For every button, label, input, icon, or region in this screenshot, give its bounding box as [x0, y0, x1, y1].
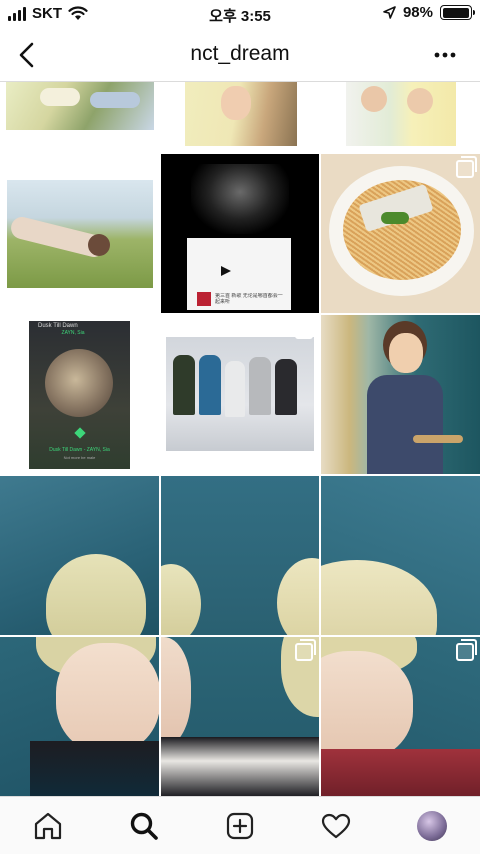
multiple-photos-icon: [295, 639, 316, 661]
post-tile[interactable]: Dusk Till Dawn ZAYN, Sia Dusk Till Dawn …: [0, 315, 159, 474]
player-caption: 第三首 新歌 无论是哪首都会一起来听: [215, 293, 283, 305]
tab-activity[interactable]: [312, 802, 360, 850]
song-title: Dusk Till Dawn: [38, 323, 78, 329]
home-icon: [34, 812, 62, 839]
profile-avatar: [417, 810, 447, 841]
post-tile[interactable]: [161, 82, 319, 152]
tab-add-post[interactable]: [216, 802, 264, 850]
song-sub: Not more be male: [63, 455, 96, 460]
post-tile[interactable]: 第三首 新歌 无论是哪首都会一起来听: [161, 154, 319, 313]
location-arrow-icon: [383, 6, 396, 19]
tab-home[interactable]: [24, 802, 72, 850]
song-footer: Dusk Till Dawn - ZAYN, Sia: [49, 447, 110, 453]
photo-grid: 第三首 新歌 无论是哪首都会一起来听 Dusk Till Dawn ZAYN, …: [0, 82, 480, 796]
post-tile[interactable]: [321, 154, 480, 313]
post-tile[interactable]: [0, 476, 159, 635]
status-bar: SKT 오후 3:55 98%: [0, 0, 480, 28]
post-tile[interactable]: [321, 476, 480, 635]
post-tile[interactable]: [0, 637, 159, 796]
post-tile[interactable]: [321, 637, 480, 796]
post-tile[interactable]: [321, 315, 480, 474]
post-tile[interactable]: [321, 82, 480, 152]
search-icon: [130, 812, 158, 840]
battery-percent: 98%: [402, 4, 433, 21]
song-artist: ZAYN, Sia: [61, 330, 85, 336]
status-right: 98%: [383, 4, 475, 21]
more-options-button[interactable]: [428, 42, 462, 68]
multiple-photos-icon: [456, 639, 477, 661]
multiple-photos-icon: [456, 156, 477, 178]
post-tile[interactable]: [161, 315, 319, 474]
post-tile[interactable]: [161, 476, 319, 635]
page-title: nct_dream: [190, 42, 290, 65]
tab-search[interactable]: [120, 802, 168, 850]
post-tile[interactable]: [161, 637, 319, 796]
bottom-tab-bar: [0, 796, 480, 854]
heart-icon: [321, 813, 351, 838]
ellipsis-icon: [434, 52, 456, 58]
nav-bar: nct_dream: [0, 28, 480, 82]
chevron-left-icon: [19, 42, 34, 68]
post-tile[interactable]: [0, 154, 159, 313]
add-icon: [226, 812, 254, 839]
battery-icon: [440, 5, 475, 20]
tab-profile[interactable]: [408, 802, 456, 850]
back-button[interactable]: [12, 40, 42, 70]
multiple-photos-icon: [295, 317, 316, 339]
multiple-photos-icon: [135, 156, 156, 178]
post-tile[interactable]: [0, 82, 159, 152]
